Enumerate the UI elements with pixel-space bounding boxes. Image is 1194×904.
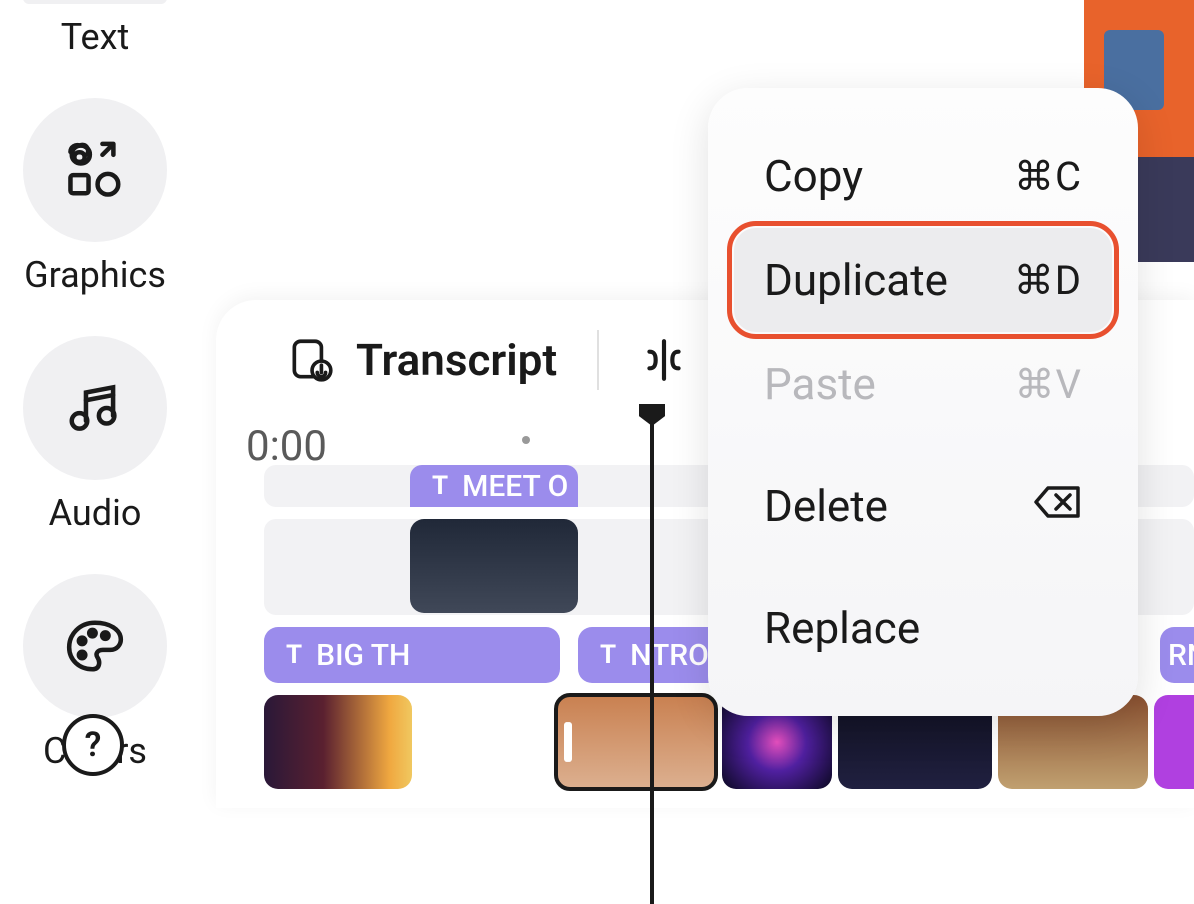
text-type-icon: T bbox=[600, 640, 616, 670]
sidebar-label-text: Text bbox=[61, 16, 129, 58]
text-clip-meet-label: MEET O bbox=[462, 469, 568, 504]
menu-replace-label: Replace bbox=[764, 602, 920, 654]
delete-key-icon bbox=[1034, 483, 1082, 530]
menu-duplicate-label: Duplicate bbox=[764, 254, 948, 306]
menu-item-copy[interactable]: Copy ⌘C bbox=[734, 124, 1112, 228]
menu-item-replace[interactable]: Replace bbox=[734, 576, 1112, 680]
colors-icon bbox=[23, 574, 167, 718]
help-button[interactable]: ? bbox=[62, 714, 124, 776]
transcript-icon bbox=[286, 335, 336, 385]
context-menu: Copy ⌘C Duplicate ⌘D Paste ⌘V Delete Rep… bbox=[708, 88, 1138, 716]
sidebar: Text Graphics bbox=[0, 0, 190, 808]
menu-item-duplicate[interactable]: Duplicate ⌘D bbox=[734, 228, 1112, 332]
tab-divider bbox=[597, 330, 599, 390]
tab-split[interactable] bbox=[639, 335, 689, 385]
tab-transcript[interactable]: Transcript bbox=[286, 334, 557, 386]
menu-copy-shortcut: ⌘C bbox=[1014, 153, 1082, 200]
menu-paste-shortcut: ⌘V bbox=[1015, 361, 1082, 408]
sidebar-item-audio[interactable]: Audio bbox=[23, 336, 167, 534]
menu-paste-label: Paste bbox=[764, 358, 876, 410]
sidebar-item-graphics[interactable]: Graphics bbox=[23, 98, 167, 296]
menu-copy-label: Copy bbox=[764, 150, 863, 202]
text-type-icon: T bbox=[286, 640, 302, 670]
tab-transcript-label: Transcript bbox=[356, 334, 557, 386]
menu-delete-label: Delete bbox=[764, 480, 888, 532]
menu-item-delete[interactable]: Delete bbox=[734, 454, 1112, 558]
media-clip-6[interactable] bbox=[1154, 695, 1194, 789]
text-icon bbox=[23, 0, 167, 4]
media-clip-phone[interactable] bbox=[410, 519, 578, 613]
menu-item-paste: Paste ⌘V bbox=[734, 332, 1112, 436]
timeline-marker-dot bbox=[522, 436, 530, 444]
text-clip-big[interactable]: T BIG TH bbox=[264, 627, 560, 683]
media-clip-1[interactable] bbox=[264, 695, 412, 789]
timeline-playhead[interactable] bbox=[650, 404, 654, 904]
text-clip-big-label: BIG TH bbox=[316, 638, 410, 673]
menu-spacer bbox=[734, 436, 1112, 454]
split-icon bbox=[639, 335, 689, 385]
text-clip-intro-label: NTRO bbox=[630, 638, 709, 673]
sidebar-item-text[interactable]: Text bbox=[23, 0, 167, 58]
media-clip-2-selected[interactable] bbox=[556, 695, 716, 789]
text-clip-rn[interactable]: RN bbox=[1160, 627, 1194, 683]
audio-icon bbox=[23, 336, 167, 480]
menu-spacer bbox=[734, 558, 1112, 576]
graphics-icon bbox=[23, 98, 167, 242]
menu-duplicate-shortcut: ⌘D bbox=[1014, 257, 1082, 304]
sidebar-label-graphics: Graphics bbox=[24, 254, 166, 296]
text-clip-meet[interactable]: T MEET O bbox=[410, 465, 578, 507]
sidebar-label-audio: Audio bbox=[49, 492, 142, 534]
text-clip-rn-label: RN bbox=[1168, 638, 1194, 673]
text-type-icon: T bbox=[432, 471, 448, 501]
